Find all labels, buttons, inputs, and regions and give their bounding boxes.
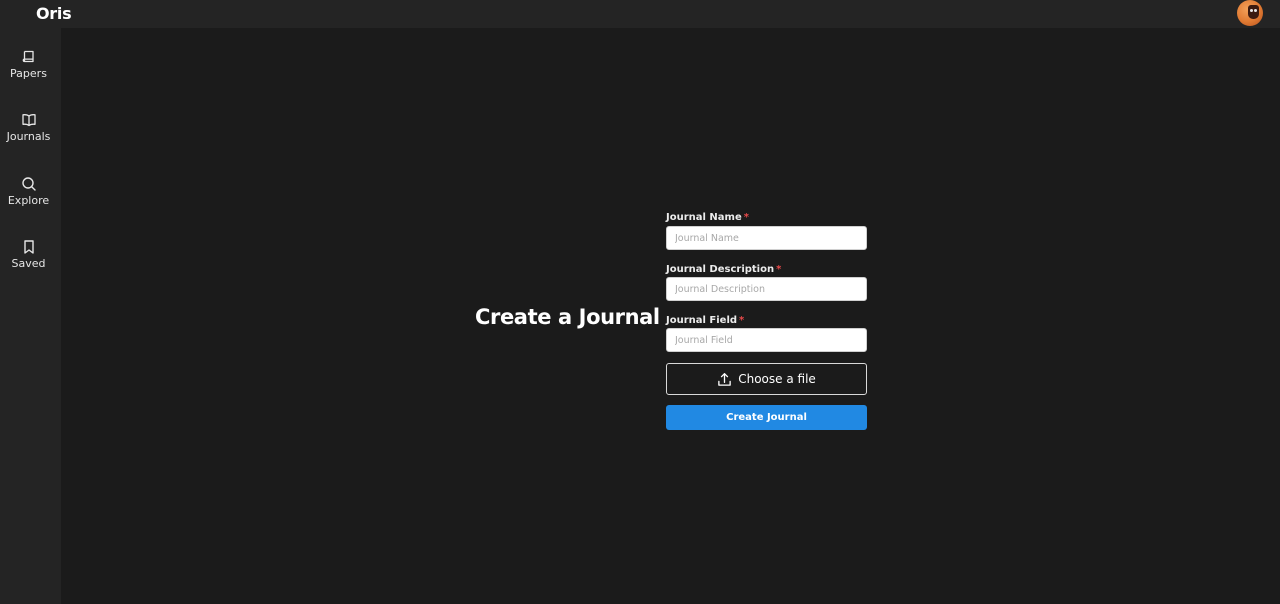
- sidebar-item-journals[interactable]: Journals: [0, 111, 57, 157]
- label-text: Journal Field: [666, 315, 738, 326]
- app-logo[interactable]: Oris: [36, 4, 72, 23]
- choose-file-label: Choose a file: [738, 372, 816, 386]
- journal-description-label: Journal Description *: [666, 264, 781, 275]
- upload-icon: [718, 372, 731, 386]
- avatar-face: [1248, 5, 1259, 19]
- label-text: Journal Name: [666, 212, 742, 223]
- journal-name-label: Journal Name *: [666, 212, 749, 223]
- journal-name-input[interactable]: [666, 226, 867, 250]
- sidebar-item-label: Saved: [11, 257, 46, 270]
- sidebar-item-explore[interactable]: Explore: [0, 175, 57, 221]
- avatar-eye: [1250, 9, 1253, 12]
- required-marker: *: [743, 212, 749, 223]
- choose-file-button[interactable]: Choose a file: [666, 363, 867, 395]
- sidebar-item-label: Journals: [6, 130, 51, 143]
- open-book-icon: [21, 114, 36, 127]
- journal-description-input[interactable]: [666, 277, 867, 301]
- sidebar-item-saved[interactable]: Saved: [0, 238, 57, 284]
- sidebar-item-label: Explore: [7, 194, 50, 207]
- search-icon: [21, 177, 36, 191]
- journal-field-input[interactable]: [666, 328, 867, 352]
- top-bar: Oris: [0, 0, 1280, 28]
- required-marker: *: [739, 315, 745, 326]
- label-text: Journal Description: [666, 264, 775, 275]
- user-avatar[interactable]: [1237, 0, 1263, 26]
- sidebar-item-papers[interactable]: Papers: [0, 48, 57, 94]
- bookmark-icon: [23, 240, 34, 254]
- journal-field-label: Journal Field *: [666, 315, 744, 326]
- sidebar-item-label: Papers: [10, 67, 47, 80]
- sidebar: Papers Journals Explore Saved: [0, 28, 61, 604]
- page-title: Create a Journal: [475, 305, 660, 329]
- avatar-eye: [1254, 9, 1257, 12]
- required-marker: *: [776, 264, 782, 275]
- book-icon: [22, 50, 34, 63]
- create-journal-button[interactable]: Create Journal: [666, 405, 867, 430]
